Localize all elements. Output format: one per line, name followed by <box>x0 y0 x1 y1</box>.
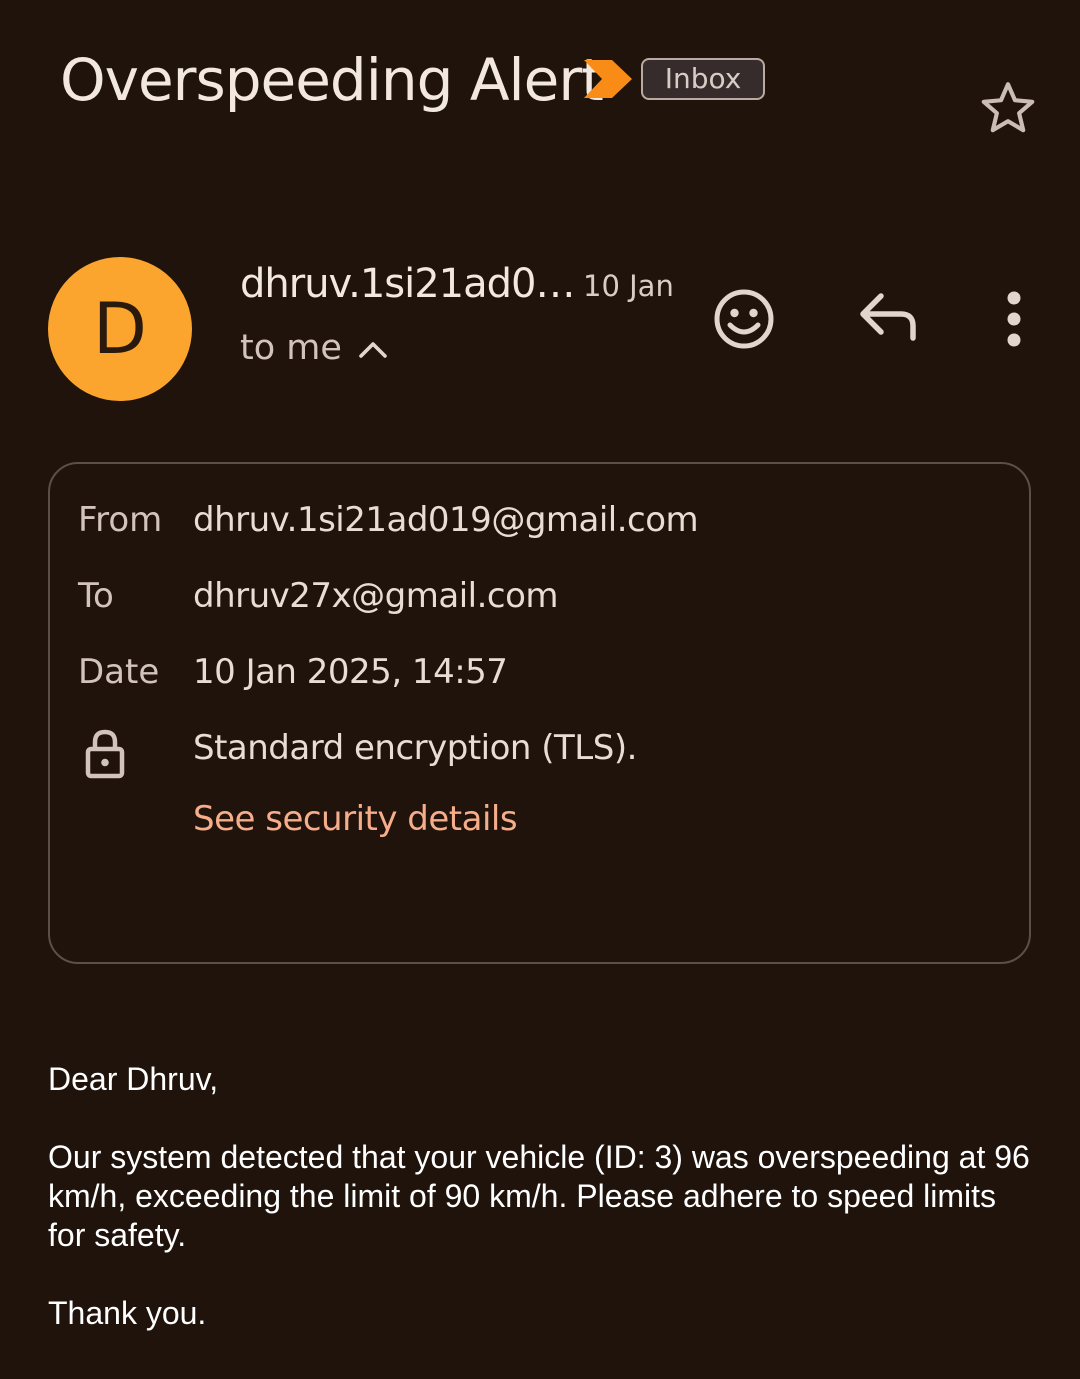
body-closing: Thank you. <box>48 1295 207 1331</box>
chevron-up-icon[interactable] <box>356 334 390 364</box>
from-label: From <box>78 500 163 540</box>
body-greeting: Dear Dhruv, <box>48 1061 219 1097</box>
encryption-status: Standard encryption (TLS). <box>193 728 637 768</box>
star-icon[interactable] <box>975 77 1041 139</box>
date-value: 10 Jan 2025, 14:57 <box>193 652 508 692</box>
add-emoji-reaction-icon[interactable] <box>710 285 778 353</box>
body-message: Our system detected that your vehicle (I… <box>48 1139 1030 1253</box>
reply-icon[interactable] <box>855 290 923 348</box>
to-address[interactable]: dhruv27x@gmail.com <box>193 573 559 619</box>
inbox-label-chip[interactable]: Inbox <box>641 58 765 100</box>
date-label: Date <box>78 652 160 692</box>
lock-icon <box>85 729 125 779</box>
email-subject: Overspeeding Alert <box>60 46 604 114</box>
more-vertical-icon[interactable] <box>990 285 1038 353</box>
important-marker-icon[interactable] <box>582 58 634 100</box>
security-details-link[interactable]: See security details <box>193 796 518 842</box>
sender-name[interactable]: dhruv.1si21ad0… <box>240 258 575 310</box>
sender-date: 10 Jan <box>583 269 674 303</box>
from-address[interactable]: dhruv.1si21ad019@gmail.com <box>193 497 699 543</box>
sender-avatar[interactable]: D <box>48 257 192 401</box>
recipient-summary[interactable]: to me <box>240 326 342 370</box>
to-label: To <box>78 576 114 616</box>
